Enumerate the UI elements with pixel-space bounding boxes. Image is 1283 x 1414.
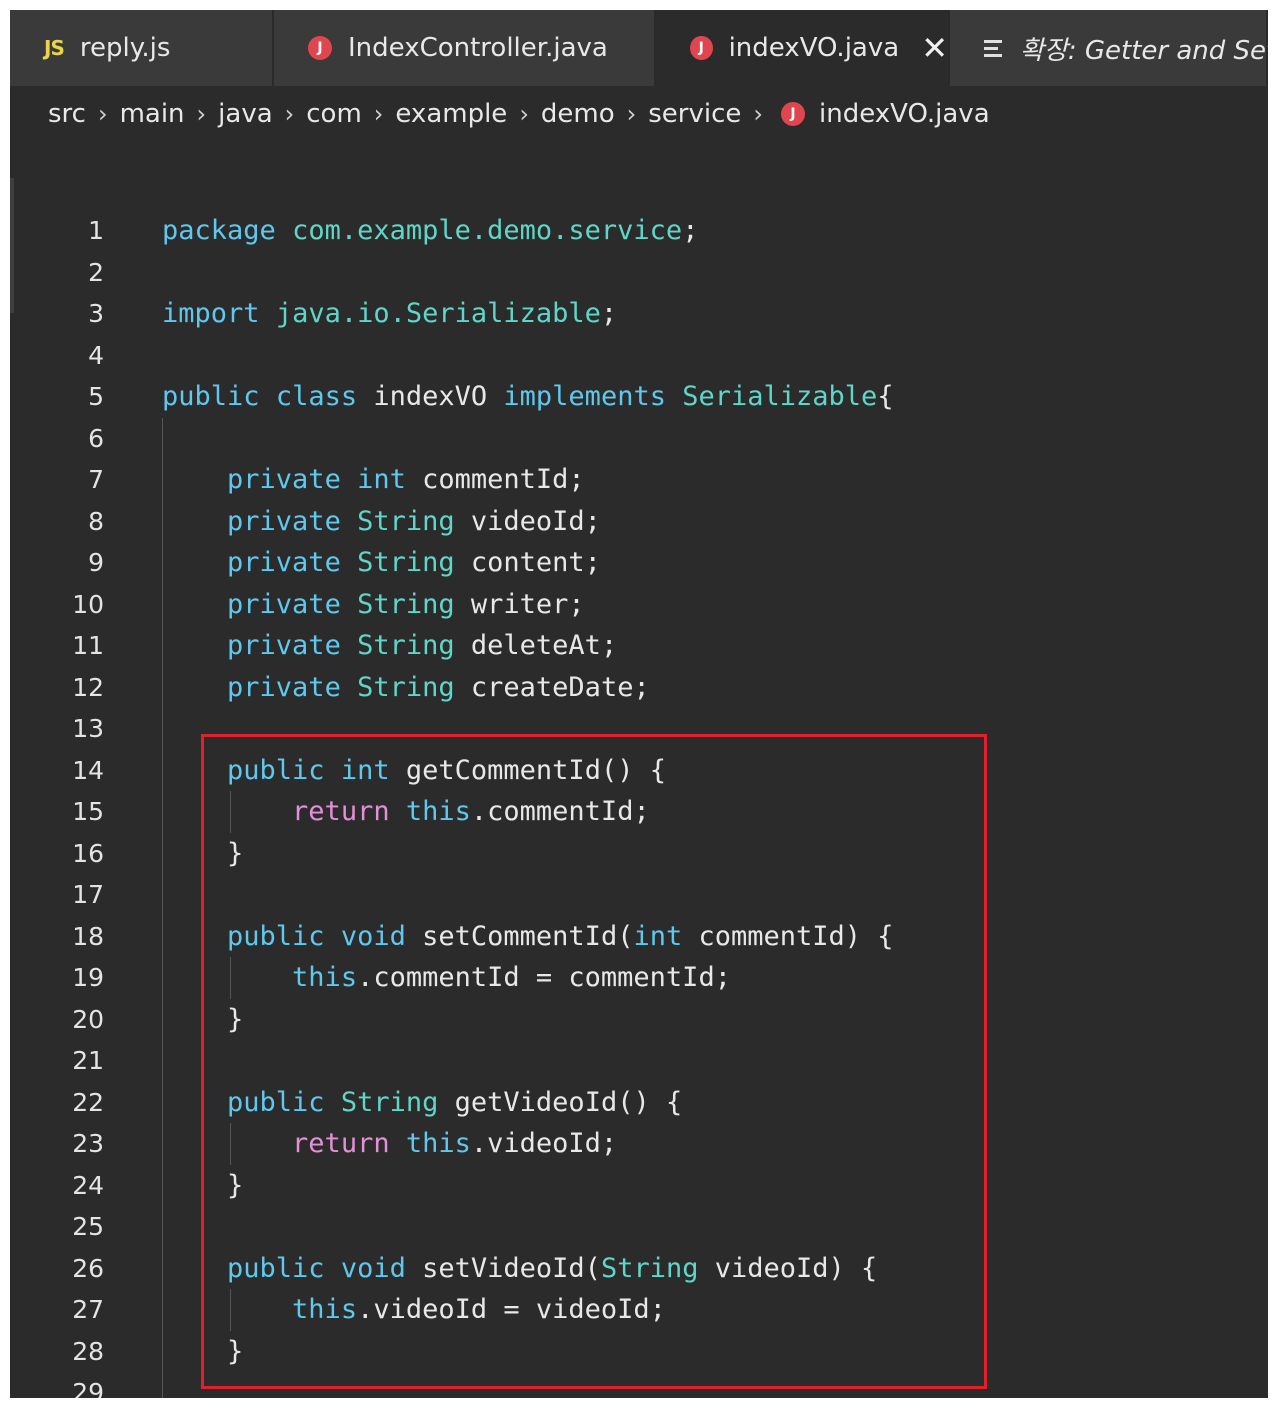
tab-label: reply.js bbox=[79, 33, 171, 63]
javascript-file-icon: JS bbox=[44, 36, 65, 60]
code-line[interactable]: 10 private String writer; bbox=[10, 584, 1268, 626]
breadcrumb-item[interactable]: example bbox=[395, 99, 507, 129]
tab-label: 확장: Getter and Set bbox=[1020, 35, 1268, 66]
line-number: 20 bbox=[72, 1004, 104, 1034]
line-number: 9 bbox=[88, 548, 104, 578]
line-number: 12 bbox=[72, 672, 104, 702]
breadcrumb-item[interactable]: demo bbox=[541, 99, 615, 129]
tab-reply-js[interactable]: JS reply.js bbox=[10, 10, 274, 86]
code-text: import java.io.Serializable; bbox=[162, 298, 618, 330]
line-number: 27 bbox=[72, 1295, 104, 1325]
breadcrumb-item[interactable]: com bbox=[306, 99, 362, 129]
line-number: 19 bbox=[72, 963, 104, 993]
code-text: private int commentId; bbox=[227, 464, 585, 496]
line-number: 8 bbox=[88, 506, 104, 536]
line-number: 1 bbox=[88, 216, 104, 246]
tab-label: indexVO.java bbox=[728, 33, 900, 63]
line-number: 6 bbox=[88, 423, 104, 453]
line-number: 5 bbox=[88, 382, 104, 412]
code-text: private String content; bbox=[227, 547, 601, 579]
java-file-icon: J bbox=[308, 36, 332, 60]
chevron-right-icon: › bbox=[519, 100, 529, 128]
java-file-icon: J bbox=[690, 36, 713, 60]
chevron-right-icon: › bbox=[373, 100, 384, 128]
breadcrumb-item[interactable]: src bbox=[48, 99, 86, 129]
code-line[interactable]: 5 public class indexVO implements Seriali… bbox=[10, 376, 1268, 418]
line-number: 26 bbox=[72, 1253, 104, 1283]
code-text: private String writer; bbox=[227, 588, 585, 620]
line-number: 2 bbox=[88, 257, 104, 287]
tab-bar: JS reply.js J IndexController.java J ind… bbox=[10, 10, 1268, 86]
chevron-right-icon: › bbox=[196, 100, 207, 128]
line-number: 29 bbox=[72, 1378, 104, 1398]
java-file-icon: J bbox=[781, 102, 806, 126]
code-line[interactable]: 4 bbox=[10, 335, 1268, 377]
chevron-right-icon: › bbox=[284, 100, 295, 128]
line-number: 23 bbox=[72, 1129, 104, 1159]
code-line[interactable]: 3 import java.io.Serializable; bbox=[10, 293, 1268, 335]
line-number: 4 bbox=[88, 340, 104, 370]
line-number: 3 bbox=[88, 299, 104, 329]
breadcrumb-item[interactable]: java bbox=[218, 99, 272, 129]
code-line[interactable]: 1 package com.example.demo.service; bbox=[10, 210, 1268, 252]
code-text: public class indexVO implements Serializ… bbox=[162, 381, 894, 413]
breadcrumb-item[interactable]: main bbox=[120, 99, 185, 129]
line-number: 11 bbox=[72, 631, 104, 661]
line-number: 22 bbox=[72, 1087, 104, 1117]
line-number: 15 bbox=[72, 797, 104, 827]
tab-extension[interactable]: 확장: Getter and Set bbox=[950, 10, 1268, 86]
line-number: 14 bbox=[72, 755, 104, 785]
editor-window: JS reply.js J IndexController.java J ind… bbox=[10, 10, 1268, 1398]
tab-index-vo[interactable]: J indexVO.java ✕ bbox=[656, 10, 950, 86]
code-line[interactable]: 9 private String content; bbox=[10, 542, 1268, 584]
indent-guide bbox=[162, 417, 163, 1398]
line-number: 25 bbox=[72, 1212, 104, 1242]
highlight-annotation-box bbox=[201, 734, 987, 1389]
code-text: private String videoId; bbox=[227, 505, 601, 537]
chevron-right-icon: › bbox=[97, 100, 108, 128]
outline-list-icon bbox=[984, 39, 1002, 57]
code-line[interactable]: 12 private String createDate; bbox=[10, 667, 1268, 709]
line-number: 18 bbox=[72, 921, 104, 951]
breadcrumb: src › main › java › com › example › demo › service › J… bbox=[10, 86, 1268, 142]
chevron-right-icon: › bbox=[753, 100, 764, 128]
code-text: private String createDate; bbox=[227, 671, 650, 703]
breadcrumb-item[interactable]: service bbox=[648, 99, 741, 129]
line-number: 7 bbox=[88, 465, 104, 495]
tab-index-controller[interactable]: J IndexController.java bbox=[274, 10, 656, 86]
code-line[interactable]: 6 bbox=[10, 418, 1268, 460]
tab-label: IndexController.java bbox=[348, 33, 608, 63]
close-tab-icon[interactable]: ✕ bbox=[921, 32, 948, 64]
code-line[interactable]: 8 private String videoId; bbox=[10, 501, 1268, 543]
code-line[interactable]: 2 bbox=[10, 252, 1268, 294]
line-number: 28 bbox=[72, 1336, 104, 1366]
line-number: 10 bbox=[72, 589, 104, 619]
line-number: 13 bbox=[72, 714, 104, 744]
line-number: 24 bbox=[72, 1170, 104, 1200]
code-line[interactable]: 7 private int commentId; bbox=[10, 459, 1268, 501]
code-text: private String deleteAt; bbox=[227, 630, 618, 662]
line-number: 21 bbox=[72, 1046, 104, 1076]
line-number: 17 bbox=[72, 880, 104, 910]
code-line[interactable]: 11 private String deleteAt; bbox=[10, 625, 1268, 667]
line-number: 16 bbox=[72, 838, 104, 868]
code-text: package com.example.demo.service; bbox=[162, 215, 699, 247]
chevron-right-icon: › bbox=[626, 100, 637, 128]
breadcrumb-file[interactable]: indexVO.java bbox=[819, 99, 990, 129]
